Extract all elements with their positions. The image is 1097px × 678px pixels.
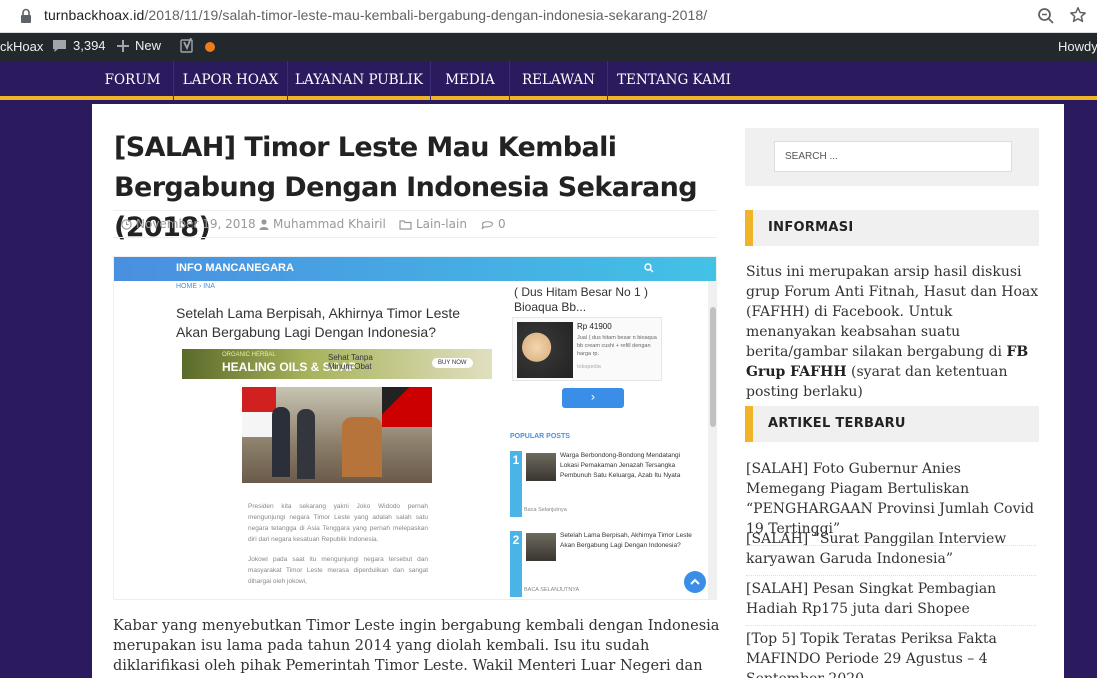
nav-item-media[interactable]: MEDIA <box>431 61 510 100</box>
ad-tagline: Sehat Tanpa Minum Obat <box>328 353 373 371</box>
screenshot-popular-item: 2 Setelah Lama Berpisah, Akhirnya Timor … <box>510 531 692 597</box>
sidebar-search-widget: SEARCH ... <box>745 128 1039 186</box>
person-figure <box>342 417 382 477</box>
page-right-margin <box>1064 104 1097 678</box>
indonesia-flag <box>242 387 276 437</box>
product-image <box>517 322 573 378</box>
main-content: [SALAH] Timor Leste Mau Kembali Bergabun… <box>92 104 1064 678</box>
post-category[interactable]: Lain-lain <box>399 217 467 231</box>
product-source: tokopedia <box>577 364 601 370</box>
post-paragraph: Kabar yang menyebutkan Timor Leste ingin… <box>113 618 720 674</box>
screenshot-product-title: ( Dus Hitam Besar No 1 ) Bioaqua Bb... <box>514 285 649 314</box>
user-icon <box>259 219 269 230</box>
ad-small-text: ORGANIC HERBAL <box>222 352 276 358</box>
screenshot-popular-label: POPULAR POSTS <box>510 433 570 440</box>
widget-title-artikel-terbaru: ARTIKEL TERBARU <box>745 406 1039 442</box>
comment-bubble-icon <box>481 221 494 230</box>
informasi-text: Situs ini merupakan arsip hasil diskusi … <box>746 262 1040 402</box>
screenshot-news-photo <box>242 387 432 483</box>
popular-thumb <box>526 453 556 481</box>
comment-icon <box>53 39 66 52</box>
url-path: /2018/11/19/salah-timor-leste-mau-kembal… <box>144 7 708 23</box>
recent-article-link[interactable]: [Top 5] Topik Teratas Periksa Fakta MAFI… <box>746 629 1036 678</box>
recent-article-link[interactable]: [SALAH] Pesan Singkat Pembagian Hadiah R… <box>746 579 1036 626</box>
popular-thumb <box>526 533 556 561</box>
admin-comments[interactable]: 3,394 <box>52 38 106 53</box>
search-input[interactable]: SEARCH ... <box>774 141 1012 172</box>
admin-new-label: New <box>135 38 162 53</box>
ad-buy-button: BUY NOW <box>432 358 473 368</box>
screenshot-back-to-top-icon <box>684 571 706 593</box>
popular-more: BACA SELANJUTNYA <box>524 587 580 593</box>
timor-leste-flag <box>382 387 432 427</box>
screenshot-product-card: Rp 41900 Jual ( dus hitam besar n bioaqu… <box>512 317 662 381</box>
product-desc: Jual ( dus hitam besar n bioaqua bb crea… <box>577 335 657 357</box>
screenshot-next-button: › <box>562 388 624 408</box>
clock-icon <box>121 219 132 230</box>
admin-site-name[interactable]: ckHoax <box>0 39 43 54</box>
admin-comments-count: 3,394 <box>73 38 106 53</box>
nav-item-tentang-kami[interactable]: TENTANG KAMI <box>608 61 740 100</box>
folder-icon <box>399 220 412 230</box>
product-price: Rp 41900 <box>577 322 612 331</box>
screenshot-body-text: Presiden kita sekarang yakni Joko Widodo… <box>248 501 428 587</box>
zoom-icon[interactable] <box>1037 7 1055 25</box>
recent-article-link[interactable]: [SALAH] “Surat Panggilan Interview karya… <box>746 529 1036 576</box>
screenshot-bar-label: INFO MANCANEGARA <box>176 262 294 274</box>
nav-item-forum[interactable]: FORUM <box>92 61 174 100</box>
post-date-text: November 19, 2018 <box>136 217 256 231</box>
post-category-text: Lain-lain <box>416 217 467 231</box>
post-meta: November 19, 2018 Muhammad Khairil Lain-… <box>113 210 717 238</box>
url-domain: turnbackhoax.id <box>44 7 145 23</box>
widget-title-informasi: INFORMASI <box>745 210 1039 246</box>
popular-more: Baca Selanjutnya <box>524 507 567 513</box>
seo-status-dot <box>205 42 215 52</box>
person-figure <box>272 407 290 477</box>
screenshot-header-bar: INFO MANCANEGARA <box>114 257 716 281</box>
hoax-screenshot-image: INFO MANCANEGARA HOME › INA Setelah Lama… <box>113 256 717 600</box>
popular-text: Setelah Lama Berpisah, Akhirnya Timor Le… <box>560 532 692 549</box>
yoast-seo-icon[interactable] <box>180 38 194 54</box>
screenshot-breadcrumb: HOME › INA <box>176 283 215 290</box>
nav-item-relawan[interactable]: RELAWAN <box>510 61 608 100</box>
nav-item-layanan-publik[interactable]: LAYANAN PUBLIK <box>288 61 431 100</box>
screenshot-ad-banner: ORGANIC HERBAL HEALING OILS & SOAP Sehat… <box>182 349 492 379</box>
screenshot-search-icon <box>644 263 654 273</box>
screenshot-scroll-thumb <box>710 307 716 427</box>
nav-item-lapor-hoax[interactable]: LAPOR HOAX <box>174 61 288 100</box>
chevron-up-icon <box>690 578 700 585</box>
screenshot-body-p1: Presiden kita sekarang yakni Joko Widodo… <box>248 503 428 543</box>
post-date: November 19, 2018 <box>121 217 256 231</box>
admin-new[interactable]: New <box>117 38 161 53</box>
plus-icon <box>117 39 129 52</box>
url-text[interactable]: turnbackhoax.id/2018/11/19/salah-timor-l… <box>44 7 707 23</box>
lock-icon[interactable] <box>20 8 32 24</box>
screenshot-body-p2: Jokowi pada saat itu mengunjungi negara … <box>248 556 428 585</box>
wp-admin-bar: ckHoax 3,394 New Howdy, <box>0 33 1097 61</box>
star-icon[interactable] <box>1069 6 1087 24</box>
popular-text: Warga Berbondong-Bondong Mendatangi Loka… <box>560 452 681 479</box>
widget-title-artikel-terbaru-text: ARTIKEL TERBARU <box>768 416 906 431</box>
screenshot-popular-item: 1 Warga Berbondong-Bondong Mendatangi Lo… <box>510 451 690 517</box>
main-nav: FORUM LAPOR HOAX LAYANAN PUBLIK MEDIA RE… <box>0 61 1097 100</box>
admin-howdy[interactable]: Howdy, <box>1058 39 1097 54</box>
post-author-text: Muhammad Khairil <box>273 217 386 231</box>
informasi-text-1: Situs ini merupakan arsip hasil diskusi … <box>746 264 1039 360</box>
screenshot-headline: Setelah Lama Berpisah, Akhirnya Timor Le… <box>176 305 461 340</box>
popular-number: 1 <box>512 453 520 467</box>
post-comments[interactable]: 0 <box>481 217 506 231</box>
post-comments-count: 0 <box>498 217 506 231</box>
browser-address-bar: turnbackhoax.id/2018/11/19/salah-timor-l… <box>0 0 1097 33</box>
popular-number: 2 <box>512 533 520 547</box>
screenshot-scrollbar <box>708 281 716 599</box>
widget-title-informasi-text: INFORMASI <box>768 220 854 235</box>
post-author[interactable]: Muhammad Khairil <box>259 217 386 231</box>
person-figure <box>297 409 315 479</box>
